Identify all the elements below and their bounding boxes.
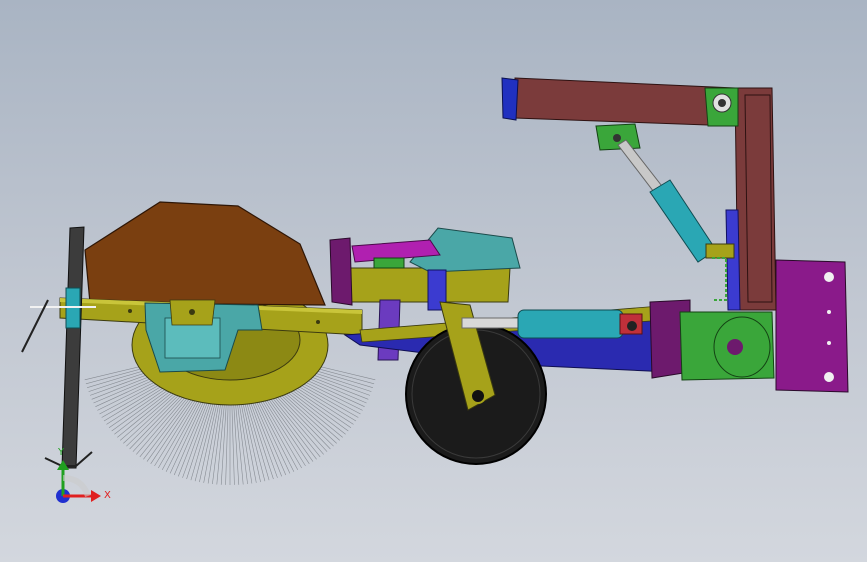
cad-viewport[interactable]: X Y [0, 0, 867, 562]
hopper-cover [84, 201, 326, 306]
upper-arm [501, 77, 739, 151]
hydraulic-cylinder-diagonal [617, 139, 735, 301]
left-post [21, 226, 96, 469]
axis-x-label: X [104, 490, 111, 501]
axis-y-label: Y [57, 447, 65, 458]
